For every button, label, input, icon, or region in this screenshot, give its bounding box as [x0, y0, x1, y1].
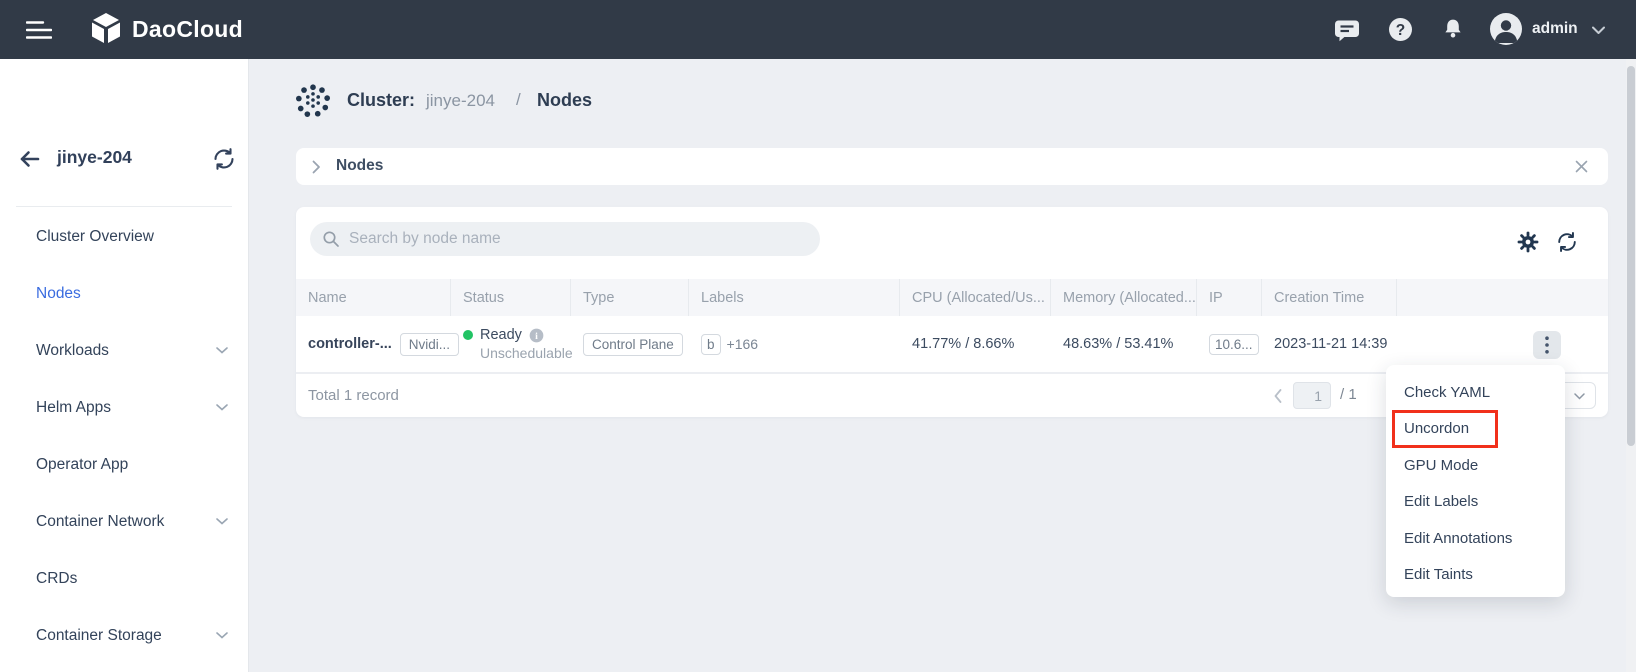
- notifications-bell-icon[interactable]: [1441, 17, 1465, 39]
- menu-item-uncordon[interactable]: Uncordon: [1386, 411, 1565, 448]
- switch-cluster-icon[interactable]: [212, 147, 236, 171]
- column-header-ip[interactable]: IP: [1197, 279, 1262, 316]
- scrollbar-track: [1626, 59, 1636, 672]
- brand[interactable]: DaoCloud: [90, 12, 243, 46]
- sidebar-item-nodes[interactable]: Nodes: [0, 265, 248, 322]
- menu-item-edit-taints[interactable]: Edit Taints: [1386, 557, 1565, 594]
- menu-item-check-yaml[interactable]: Check YAML: [1386, 374, 1565, 411]
- svg-text:?: ?: [1396, 22, 1405, 39]
- sidebar-nav: Cluster Overview Nodes Workloads Helm Ap…: [0, 208, 248, 672]
- sidebar-cluster-name: jinye-204: [57, 147, 132, 168]
- column-header-memory[interactable]: Memory (Allocated...: [1051, 279, 1197, 316]
- labels-more-count[interactable]: +166: [727, 336, 759, 352]
- menu-item-gpu-mode[interactable]: GPU Mode: [1386, 447, 1565, 484]
- row-actions-kebab-button[interactable]: [1533, 331, 1561, 359]
- table-header: Name Status Type Labels CPU (Allocated/U…: [296, 279, 1608, 316]
- total-records: Total 1 record: [308, 387, 399, 404]
- row-actions-menu: Check YAML Uncordon GPU Mode Edit Labels…: [1386, 365, 1565, 597]
- svg-text:i: i: [535, 331, 538, 342]
- column-header-creation-time[interactable]: Creation Time: [1262, 279, 1397, 316]
- sidebar-item-configmaps-secrets[interactable]: ConfigMaps & Secr...: [0, 664, 248, 672]
- chevron-down-icon: [216, 518, 228, 525]
- column-header-cpu[interactable]: CPU (Allocated/Us...: [900, 279, 1051, 316]
- chat-icon[interactable]: [1334, 18, 1360, 42]
- topbar: DaoCloud ?: [0, 0, 1636, 59]
- column-header-actions: [1397, 279, 1608, 316]
- sidebar-item-workloads[interactable]: Workloads: [0, 322, 248, 379]
- brand-name: DaoCloud: [132, 16, 243, 43]
- sidebar-divider: [16, 206, 232, 207]
- tab-nodes[interactable]: Nodes: [336, 157, 383, 175]
- page-number-input[interactable]: [1293, 382, 1331, 409]
- tab-close-icon[interactable]: [1575, 160, 1588, 173]
- cluster-label: Cluster:: [347, 90, 415, 111]
- sidebar-item-container-storage[interactable]: Container Storage: [0, 607, 248, 664]
- scrollbar-thumb[interactable]: [1627, 66, 1635, 446]
- ip-badge[interactable]: 10.6...: [1209, 334, 1259, 355]
- page-total: / 1: [1340, 386, 1357, 403]
- refresh-icon[interactable]: [1556, 231, 1578, 253]
- sidebar: jinye-204 Cluster Overview Nodes Workloa…: [0, 59, 249, 672]
- column-header-type[interactable]: Type: [571, 279, 689, 316]
- username[interactable]: admin: [1532, 20, 1578, 38]
- tab-chevron-right-icon[interactable]: [312, 160, 321, 174]
- search-icon: [322, 230, 340, 248]
- pagination-prev-icon[interactable]: [1274, 389, 1282, 403]
- cpu-usage: 41.77% / 8.66%: [900, 316, 1051, 372]
- node-name[interactable]: controller-...: [308, 336, 392, 352]
- node-type-badge: Control Plane: [583, 333, 683, 356]
- sidebar-item-cluster-overview[interactable]: Cluster Overview: [0, 208, 248, 265]
- user-avatar[interactable]: [1490, 13, 1522, 45]
- back-arrow-icon[interactable]: [17, 147, 42, 171]
- cluster-dots-icon: [296, 82, 330, 118]
- status-text: Ready: [480, 327, 522, 343]
- chevron-down-icon: [216, 632, 228, 639]
- screen: DaoCloud ?: [0, 0, 1636, 672]
- column-header-labels[interactable]: Labels: [689, 279, 900, 316]
- search-bar[interactable]: [310, 222, 820, 256]
- tab-bar: Nodes: [296, 148, 1608, 185]
- sidebar-item-operator-app[interactable]: Operator App: [0, 436, 248, 493]
- daocloud-logo-icon: [90, 12, 122, 46]
- column-header-name[interactable]: Name: [296, 279, 451, 316]
- creation-time: 2023-11-21 14:39: [1262, 316, 1397, 372]
- info-icon[interactable]: i: [529, 328, 544, 343]
- menu-toggle-icon[interactable]: [26, 20, 52, 40]
- breadcrumb-cluster-name[interactable]: jinye-204: [426, 91, 495, 111]
- search-input[interactable]: [349, 230, 820, 248]
- breadcrumb-current-page: Nodes: [537, 90, 592, 111]
- status-unschedulable: Unschedulable: [463, 345, 573, 361]
- help-icon[interactable]: ?: [1387, 16, 1414, 43]
- sidebar-item-helm-apps[interactable]: Helm Apps: [0, 379, 248, 436]
- memory-usage: 48.63% / 53.41%: [1051, 316, 1197, 372]
- breadcrumb-separator: /: [516, 90, 521, 110]
- menu-item-edit-labels[interactable]: Edit Labels: [1386, 484, 1565, 521]
- chevron-down-icon: [216, 347, 228, 354]
- sidebar-item-container-network[interactable]: Container Network: [0, 493, 248, 550]
- sidebar-item-crds[interactable]: CRDs: [0, 550, 248, 607]
- status-ready-dot: [463, 330, 473, 340]
- column-header-status[interactable]: Status: [451, 279, 571, 316]
- menu-item-edit-annotations[interactable]: Edit Annotations: [1386, 520, 1565, 557]
- chevron-down-icon: [216, 404, 228, 411]
- user-menu-chevron-down-icon[interactable]: [1592, 26, 1605, 35]
- table-settings-gear-icon[interactable]: [1517, 231, 1539, 253]
- label-badge[interactable]: b: [701, 334, 721, 355]
